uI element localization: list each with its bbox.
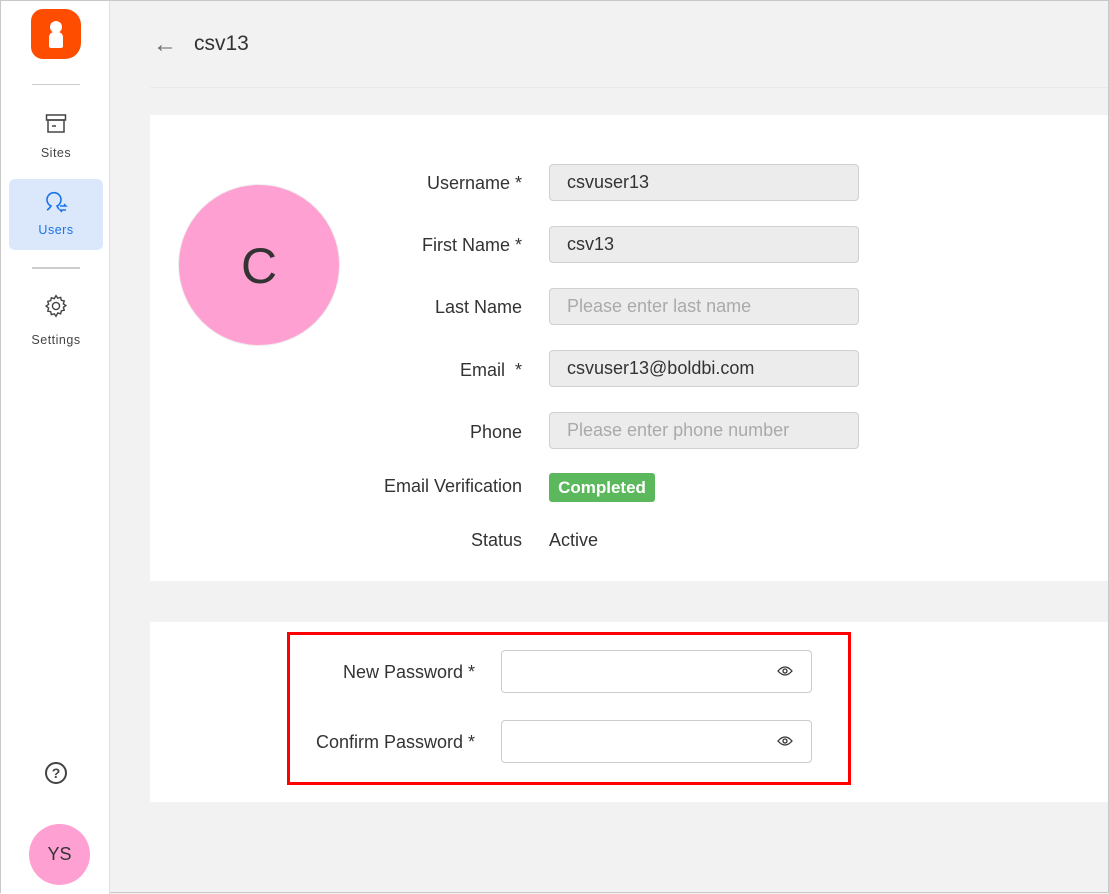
- first-name-label: First Name *: [421, 235, 522, 255]
- sidebar-item-label: Settings: [31, 333, 81, 347]
- email-label: Email *: [459, 360, 522, 380]
- sidebar-item-sites[interactable]: Sites: [9, 107, 103, 178]
- confirm-password-label: Confirm Password *: [315, 732, 475, 752]
- status-value: Active: [549, 530, 599, 550]
- help-icon[interactable]: ?: [45, 762, 67, 784]
- password-card: New Password * Confirm Password *: [150, 622, 1108, 802]
- back-arrow-icon[interactable]: ←: [153, 31, 177, 59]
- last-name-field[interactable]: Please enter last name: [549, 288, 859, 325]
- sidebar-item-label: Users: [38, 223, 74, 237]
- bold-bi-logo[interactable]: [31, 9, 81, 59]
- user-avatar[interactable]: YS: [29, 824, 90, 885]
- divider: [32, 267, 80, 269]
- email-verification-label: Email Verification: [383, 476, 522, 496]
- divider: [32, 84, 80, 85]
- new-password-label: New Password *: [342, 662, 475, 682]
- email-field[interactable]: csvuser13@boldbi.com: [549, 350, 859, 387]
- sidebar: Sites Users Settings ? YS: [1, 1, 110, 894]
- divider: [150, 87, 1108, 88]
- confirm-password-input[interactable]: [501, 720, 812, 763]
- users-icon: [46, 191, 68, 213]
- new-password-input[interactable]: [501, 650, 812, 693]
- eye-icon[interactable]: [777, 665, 793, 677]
- sidebar-item-label: Sites: [40, 146, 72, 160]
- page-title: csv13: [194, 32, 249, 55]
- username-label: Username *: [426, 173, 522, 193]
- eye-icon[interactable]: [777, 735, 793, 747]
- archive-icon: [45, 114, 67, 133]
- first-name-field[interactable]: csv13: [549, 226, 859, 263]
- gear-icon: [44, 294, 68, 318]
- profile-avatar: C: [178, 184, 340, 346]
- last-name-label: Last Name: [434, 297, 522, 317]
- email-verification-badge: Completed: [549, 473, 655, 502]
- phone-label: Phone: [469, 422, 522, 442]
- status-label: Status: [470, 530, 522, 550]
- profile-card: C Username * csvuser13 First Name * csv1…: [150, 115, 1108, 581]
- username-field[interactable]: csvuser13: [549, 164, 859, 201]
- phone-field[interactable]: Please enter phone number: [549, 412, 859, 449]
- sidebar-item-settings[interactable]: Settings: [9, 291, 103, 362]
- sidebar-item-users[interactable]: Users: [9, 179, 103, 250]
